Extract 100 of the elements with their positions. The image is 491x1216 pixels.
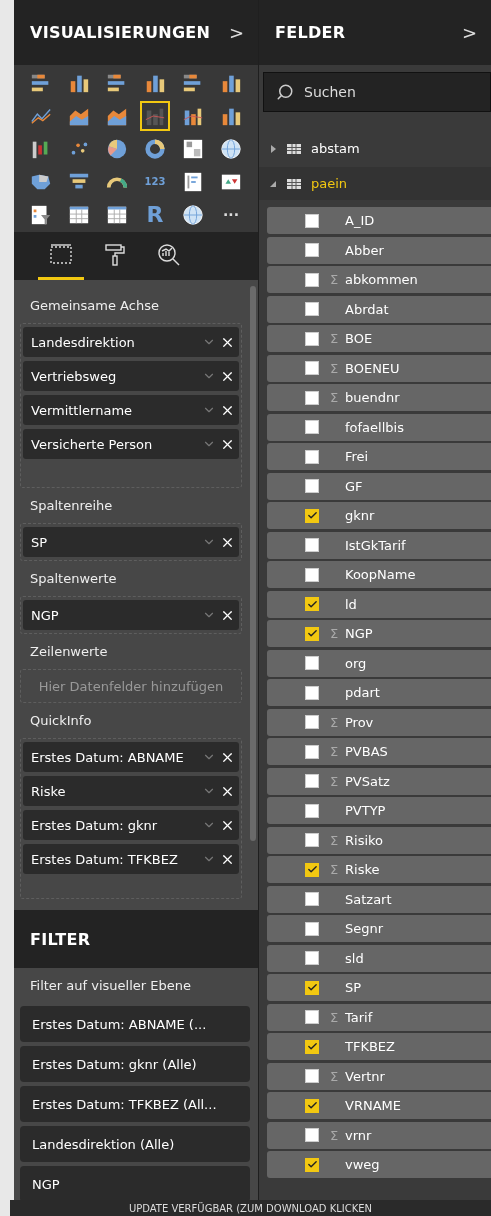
sigma-symbol: Σ (328, 331, 340, 346)
field-chip[interactable]: NGP (23, 600, 239, 630)
checkbox[interactable] (305, 1128, 319, 1142)
field-name: Risiko (345, 832, 384, 848)
field-row[interactable]: IstGkTarif (267, 531, 491, 559)
checkbox[interactable] (305, 774, 319, 788)
field-row[interactable]: gknr (267, 502, 491, 529)
checkbox[interactable] (305, 833, 319, 847)
checkbox[interactable] (305, 1069, 319, 1083)
checkbox[interactable] (305, 803, 319, 818)
field-row[interactable]: Satzart (267, 885, 491, 913)
field-row[interactable]: org (267, 649, 491, 677)
checkbox[interactable] (305, 361, 319, 375)
table-row[interactable]: abstam (259, 132, 491, 165)
field-row[interactable]: A_ID (267, 207, 491, 234)
field-chip[interactable]: Versicherte Person (23, 429, 239, 459)
search-field[interactable]: Suchen (302, 83, 426, 101)
field-row[interactable]: Σ PVSatz (267, 767, 491, 795)
field-chip[interactable]: Erstes Datum: gknr (23, 810, 239, 840)
treemap-icon (182, 137, 204, 161)
drop-zone-placeholder[interactable]: Hier Datenfelder hinzufügen (20, 669, 242, 703)
filter-item[interactable]: Erstes Datum: gknr (Alle) (20, 1046, 250, 1082)
field-chip[interactable]: Erstes Datum: ABNAME (23, 742, 239, 772)
checkbox[interactable] (305, 272, 319, 287)
checkbox[interactable] (305, 892, 319, 906)
checkbox[interactable] (305, 479, 319, 493)
checkbox[interactable] (305, 243, 319, 257)
field-row[interactable]: Σ abkommen (267, 266, 491, 293)
filter-item[interactable]: Erstes Datum: ABNAME (... (20, 1006, 250, 1042)
field-chip[interactable]: Landesdirektion (23, 327, 239, 357)
field-row[interactable]: GF (267, 472, 491, 500)
field-row[interactable]: Segnr (267, 915, 491, 942)
field-row[interactable]: Σ BOE (267, 325, 491, 352)
field-name: ld (345, 596, 357, 612)
visual-type-button[interactable]: 123 (140, 167, 170, 197)
field-row[interactable]: PVTYP (267, 797, 491, 824)
field-row[interactable]: Σ PVBAS (267, 738, 491, 765)
scrollbar[interactable] (250, 286, 256, 841)
checkbox[interactable] (305, 656, 319, 670)
checkbox[interactable] (305, 1157, 319, 1172)
checkbox[interactable] (305, 921, 319, 936)
field-chip[interactable]: Erstes Datum: TFKBEZ (23, 844, 239, 874)
checkbox[interactable] (305, 449, 319, 464)
field-chip[interactable]: Vermittlername (23, 395, 239, 425)
field-row[interactable]: VRNAME (267, 1092, 491, 1119)
checkbox[interactable] (305, 567, 319, 582)
field-chip[interactable]: SP (23, 527, 239, 557)
checkbox[interactable] (305, 744, 319, 759)
field-name: buendnr (345, 390, 400, 405)
collapse-button[interactable]: > (228, 22, 244, 43)
checkbox[interactable] (305, 1039, 319, 1054)
field-row[interactable]: Σ Risiko (267, 826, 491, 854)
checkbox[interactable] (305, 862, 319, 877)
field-row[interactable]: KoopName (267, 561, 491, 588)
field-row[interactable]: Σ Vertnr (267, 1062, 491, 1090)
table-row[interactable]: paein (259, 167, 491, 200)
field-row[interactable]: pdart (267, 679, 491, 706)
field-row[interactable]: SP (267, 974, 491, 1001)
field-row[interactable]: Σ Riske (267, 856, 491, 883)
field-row[interactable]: vweg (267, 1151, 491, 1178)
field-row[interactable]: Abrdat (267, 295, 491, 323)
field-row[interactable]: Σ NGP (267, 620, 491, 647)
checkbox[interactable] (305, 390, 319, 405)
field-row[interactable]: Σ Prov (267, 708, 491, 736)
checkbox[interactable] (305, 715, 319, 729)
checkbox[interactable] (305, 538, 319, 552)
field-name: pdart (345, 685, 380, 700)
field-row[interactable]: Σ Tarif (267, 1003, 491, 1031)
checkbox[interactable] (305, 508, 319, 523)
field-row[interactable]: sld (267, 944, 491, 972)
field-row[interactable]: Σ buendnr (267, 384, 491, 411)
field-chip[interactable]: Riske (23, 776, 239, 806)
filter-item[interactable]: Erstes Datum: TFKBEZ (All... (20, 1086, 250, 1122)
update-link[interactable]: UPDATE VERFÜGBAR (ZUM DOWNLOAD KLICKEN (128, 1202, 373, 1214)
checkbox[interactable] (305, 980, 319, 995)
collapse-button[interactable]: > (461, 22, 477, 43)
filter-item[interactable]: Landesdirektion (Alle) (20, 1126, 250, 1162)
field-row[interactable]: TFKBEZ (267, 1033, 491, 1060)
checkbox[interactable] (305, 302, 319, 316)
field-row[interactable]: Frei (267, 443, 491, 470)
checkbox[interactable] (305, 626, 319, 641)
field-row[interactable]: Σ vrnr (267, 1121, 491, 1149)
field-row[interactable]: Abber (267, 236, 491, 264)
checkbox[interactable] (305, 685, 319, 700)
checkbox[interactable] (305, 331, 319, 346)
checkbox[interactable] (305, 213, 319, 228)
checkbox[interactable] (305, 951, 319, 965)
sigma-symbol: Σ (328, 832, 340, 848)
filter-item[interactable]: NGP (20, 1166, 250, 1200)
checkbox[interactable] (305, 420, 319, 434)
visual-type-button[interactable]: ··· (216, 200, 246, 230)
field-row[interactable]: fofaellbis (267, 413, 491, 441)
checkbox[interactable] (305, 1098, 319, 1113)
visual-type-button[interactable]: R (140, 200, 170, 230)
field-chip[interactable]: Vertriebsweg (23, 361, 239, 391)
field-row[interactable]: Σ BOENEU (267, 354, 491, 382)
checkbox[interactable] (305, 597, 319, 611)
field-row[interactable]: ld (267, 590, 491, 618)
checkbox[interactable] (305, 1010, 319, 1024)
visual-type-button[interactable] (140, 101, 170, 131)
